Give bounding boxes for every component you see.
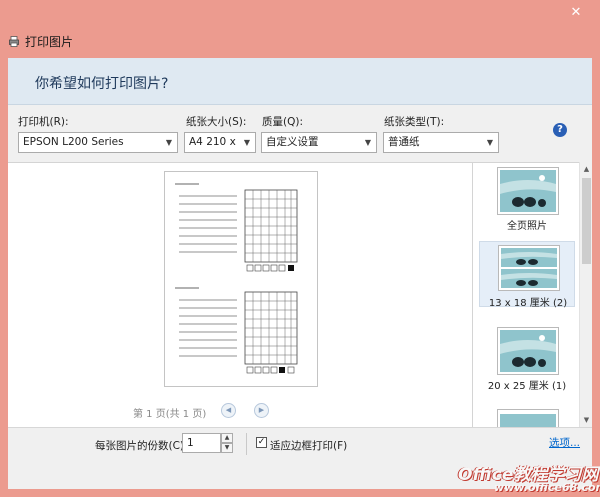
title-bar: 打印图片 ✕: [0, 0, 600, 58]
paper-type-value: 普通纸: [388, 136, 420, 148]
close-button[interactable]: ✕: [565, 4, 587, 22]
layout-thumbnail: [497, 327, 559, 375]
scroll-down-icon[interactable]: ▼: [580, 413, 593, 427]
chevron-right-icon: ▶: [258, 406, 265, 414]
paper-size-select[interactable]: A4 210 x 29 ▼: [184, 132, 256, 153]
layout-item-13x18[interactable]: 13 x 18 厘米 (2): [479, 241, 575, 309]
options-link[interactable]: 选项...: [549, 435, 580, 450]
chevron-down-icon: ▼: [161, 133, 177, 152]
layout-thumbnail: [498, 245, 560, 291]
site-watermark: Office教程学习网 www.office68.com: [432, 460, 600, 497]
window-title: 打印图片: [25, 35, 74, 49]
layout-thumbnail: [497, 409, 559, 427]
chevron-down-icon: ▼: [239, 133, 255, 152]
quality-select[interactable]: 自定义设置 ▼: [261, 132, 377, 153]
preview-page: [164, 171, 318, 387]
printer-select[interactable]: EPSON L200 Series ▼: [18, 132, 178, 153]
watermark-line-2: www.office68.com: [494, 481, 600, 494]
scroll-thumb[interactable]: [582, 178, 591, 264]
dialog-question: 你希望如何打印图片?: [35, 76, 169, 92]
layout-label: 13 x 18 厘米 (2): [488, 298, 568, 309]
paper-size-label: 纸张大小(S):: [186, 116, 247, 128]
prev-page-button[interactable]: ◀: [221, 403, 236, 418]
scroll-up-icon[interactable]: ▲: [580, 162, 593, 176]
help-icon[interactable]: ?: [553, 123, 567, 137]
paper-type-label: 纸张类型(T):: [384, 116, 445, 128]
print-preview: 第 1 页(共 1 页) ◀ ▶: [8, 162, 472, 427]
copies-label: 每张图片的份数(C):: [95, 440, 188, 452]
printer-icon: [9, 36, 19, 47]
preview-page-content: [175, 183, 298, 374]
layout-item-next[interactable]: [479, 407, 575, 427]
layout-label: 20 x 25 厘米 (1): [487, 381, 567, 392]
chevron-left-icon: ◀: [225, 406, 232, 414]
layout-thumbnail: [497, 167, 559, 215]
spin-up-icon[interactable]: ▲: [221, 433, 233, 443]
dialog-client: 你希望如何打印图片? 打印机(R): 纸张大小(S): 质量(Q): 纸张类型(…: [8, 58, 592, 489]
chevron-down-icon: ▼: [482, 133, 498, 152]
quality-value: 自定义设置: [266, 136, 319, 148]
layout-item-20x25[interactable]: 20 x 25 厘米 (1): [479, 325, 575, 392]
printer-value: EPSON L200 Series: [23, 136, 124, 148]
layout-item-full-page[interactable]: 全页照片: [479, 165, 575, 232]
footer-divider: [246, 433, 247, 455]
chevron-down-icon: ▼: [360, 133, 376, 152]
spin-down-icon[interactable]: ▼: [221, 443, 233, 453]
fit-to-frame-label: 适应边框打印(F): [270, 440, 348, 452]
dialog-header: 你希望如何打印图片?: [8, 58, 592, 105]
page-info: 第 1 页(共 1 页): [133, 409, 207, 420]
quality-label: 质量(Q):: [262, 116, 303, 128]
next-page-button[interactable]: ▶: [254, 403, 269, 418]
layout-list: 全页照片 13 x 18 厘米 (2) 20 x 25 厘米 (1): [472, 162, 592, 427]
printer-label: 打印机(R):: [18, 116, 69, 128]
layout-scrollbar[interactable]: ▲ ▼: [579, 162, 592, 427]
paper-type-select[interactable]: 普通纸 ▼: [383, 132, 499, 153]
fit-to-frame-checkbox[interactable]: ✓: [256, 437, 267, 448]
copies-input[interactable]: 1: [182, 433, 221, 453]
layout-label: 全页照片: [507, 221, 547, 232]
